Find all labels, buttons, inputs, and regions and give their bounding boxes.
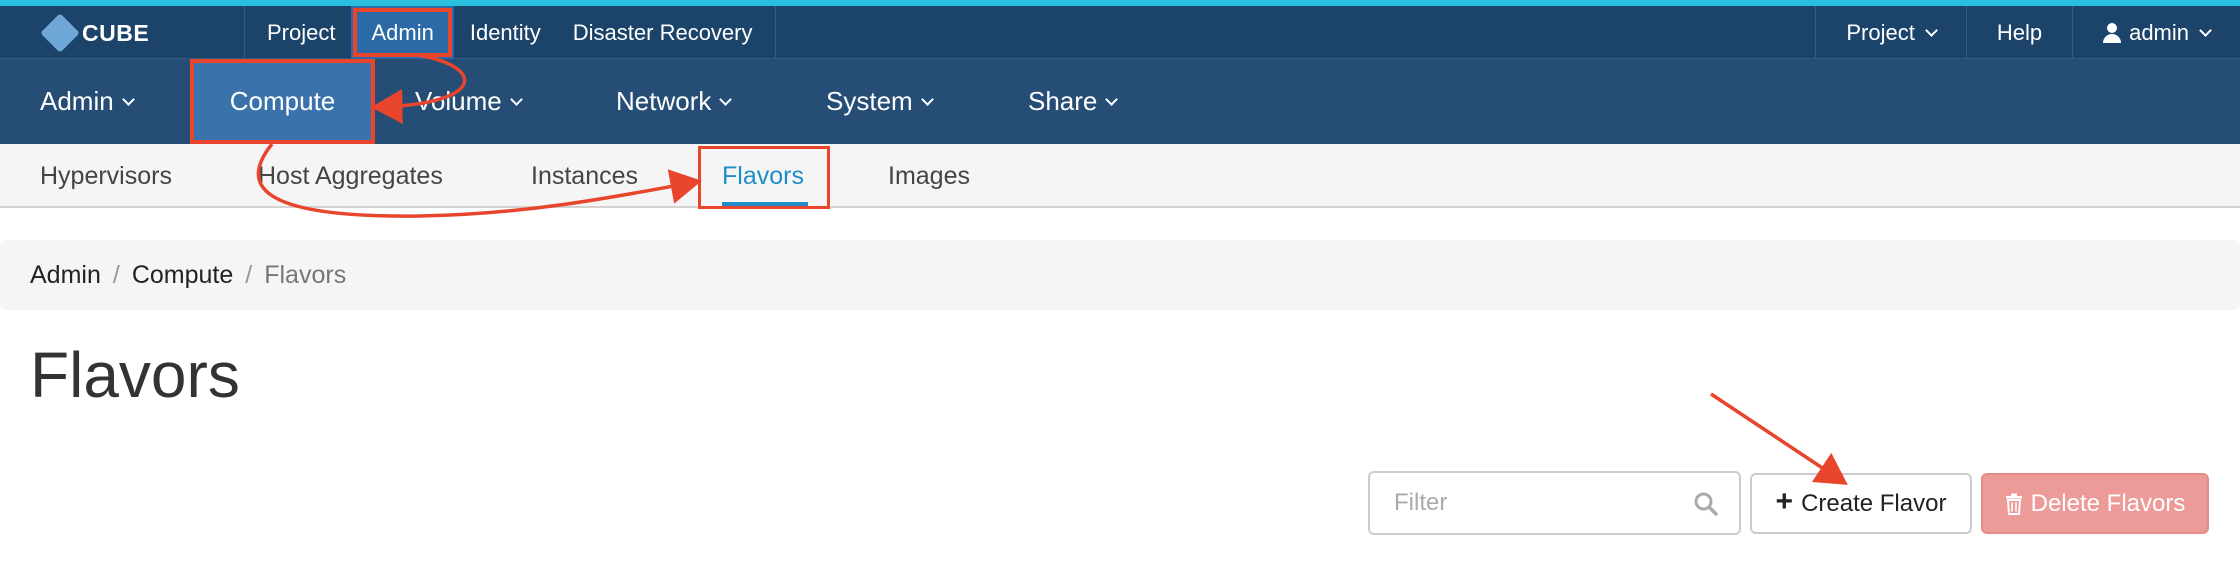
annotation-box-flavors: [698, 146, 830, 209]
chevron-down-icon: [1105, 92, 1119, 106]
arrow-to-create-flavor: [1710, 392, 1848, 485]
mainnav-compute[interactable]: Compute: [190, 59, 375, 144]
tab-host-aggregates[interactable]: Host Aggregates: [258, 144, 443, 208]
mainnav-share-label: Share: [1028, 86, 1098, 116]
filter-field[interactable]: [1368, 471, 1741, 535]
chevron-down-icon: [920, 92, 934, 106]
user-icon: [2103, 22, 2122, 43]
top-navbar: CUBE Project Admin Identity Disaster Rec…: [0, 6, 2240, 59]
mainnav-compute-label: Compute: [229, 86, 336, 116]
mainnav-system[interactable]: System: [826, 59, 934, 144]
mainnav-network-label: Network: [616, 86, 712, 116]
chevron-down-icon: [719, 92, 733, 106]
plus-icon: +: [1775, 485, 1794, 518]
top-nav-group: Project Admin Identity Disaster Recovery: [244, 6, 776, 59]
mainnav-share[interactable]: Share: [1028, 59, 1119, 144]
page-title: Flavors: [30, 339, 240, 411]
filter-input[interactable]: [1394, 489, 1684, 517]
delete-flavors-button[interactable]: Delete Flavors: [1981, 473, 2209, 534]
top-nav-identity[interactable]: Identity: [454, 6, 557, 59]
mainnav-system-label: System: [826, 86, 913, 116]
tab-instances[interactable]: Instances: [531, 144, 638, 208]
breadcrumb-flavors: Flavors: [264, 260, 347, 289]
top-right-nav: Project Help admin: [1815, 6, 2240, 59]
help-link[interactable]: Help: [1965, 6, 2072, 59]
sub-navbar: Hypervisors Host Aggregates Instances Fl…: [0, 144, 2240, 208]
page: CUBE Project Admin Identity Disaster Rec…: [0, 0, 2240, 568]
top-nav-project[interactable]: Project: [251, 6, 351, 59]
project-dropdown-label: Project: [1846, 19, 1915, 45]
chevron-down-icon: [1924, 23, 1938, 37]
search-icon[interactable]: [1693, 491, 1719, 517]
mainnav-admin-label: Admin: [40, 86, 114, 116]
top-nav-admin[interactable]: Admin: [351, 6, 454, 59]
tab-images[interactable]: Images: [888, 144, 970, 208]
create-flavor-label: Create Flavor: [1801, 489, 1947, 517]
mainnav-volume[interactable]: Volume: [415, 59, 523, 144]
tab-hypervisors[interactable]: Hypervisors: [40, 144, 172, 208]
chevron-down-icon: [509, 92, 523, 106]
mainnav-admin[interactable]: Admin: [40, 59, 135, 144]
breadcrumb: Admin / Compute / Flavors: [0, 240, 2240, 310]
main-navbar: Admin Compute Volume Network System Shar…: [0, 59, 2240, 144]
chevron-down-icon: [121, 92, 135, 106]
create-flavor-button[interactable]: + Create Flavor: [1750, 473, 1972, 534]
chevron-down-icon: [2199, 23, 2212, 37]
cube-logo-icon: [40, 13, 80, 53]
brand-name: CUBE: [82, 19, 150, 46]
breadcrumb-separator: /: [112, 260, 120, 289]
breadcrumb-admin[interactable]: Admin: [30, 261, 101, 290]
mainnav-network[interactable]: Network: [616, 59, 733, 144]
breadcrumb-compute[interactable]: Compute: [132, 261, 233, 290]
trash-icon: [2005, 493, 2022, 515]
top-nav-disaster-recovery[interactable]: Disaster Recovery: [557, 6, 769, 59]
project-dropdown[interactable]: Project: [1815, 6, 1965, 59]
user-name: admin: [2129, 19, 2189, 45]
breadcrumb-separator: /: [245, 260, 253, 289]
mainnav-volume-label: Volume: [415, 86, 502, 116]
help-label: Help: [1996, 19, 2043, 45]
user-menu[interactable]: admin: [2072, 6, 2240, 59]
brand-logo[interactable]: CUBE: [40, 13, 150, 53]
delete-flavors-label: Delete Flavors: [2030, 489, 2186, 517]
